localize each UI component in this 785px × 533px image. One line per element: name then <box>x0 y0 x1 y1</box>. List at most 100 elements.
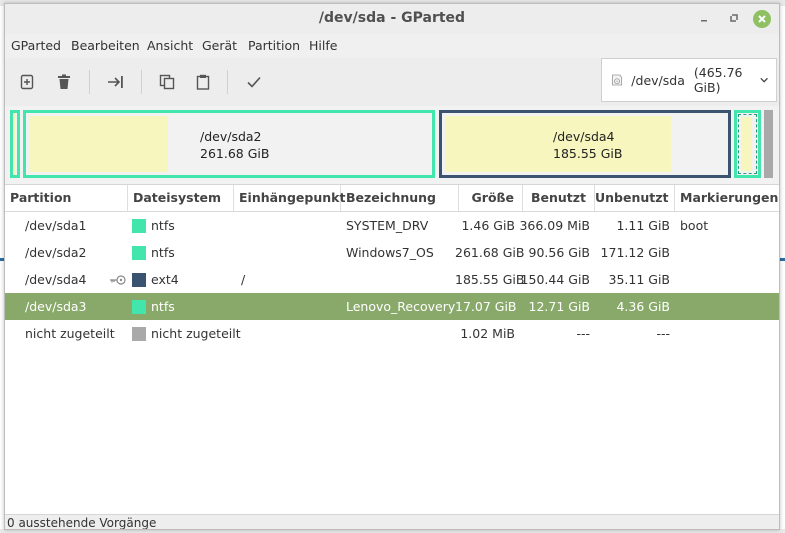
cell-partition: /dev/sda4 <box>25 272 87 287</box>
cell-used: --- <box>576 326 590 341</box>
map-partition-sda4[interactable]: /dev/sda4 185.55 GiB <box>439 110 731 178</box>
delete-icon <box>58 74 70 89</box>
filesystem-color-swatch <box>132 246 146 260</box>
apply-button[interactable] <box>240 68 268 96</box>
map-sda4-size: 185.55 GiB <box>553 146 623 161</box>
cell-unused: 171.12 GiB <box>600 245 670 260</box>
menu-bearbeiten[interactable]: Bearbeiten <box>71 38 140 53</box>
table-row[interactable]: nicht zugeteilt nicht zugeteilt 1.02 MiB… <box>5 320 779 347</box>
window-title: /dev/sda - GParted <box>318 10 466 26</box>
toolbar-separator <box>227 70 228 94</box>
cell-size: 1.02 MiB <box>460 326 515 341</box>
cell-size: 185.55 GiB <box>455 272 525 287</box>
new-partition-button[interactable] <box>13 68 41 96</box>
paste-icon <box>196 74 210 90</box>
close-button[interactable] <box>753 10 771 28</box>
cell-partition: nicht zugeteilt <box>25 326 115 341</box>
column-header-dateisystem[interactable]: Dateisystem <box>128 185 234 211</box>
table-row[interactable]: /dev/sda4 ext4 / 185.55 GiB 150.44 GiB 3… <box>5 266 779 293</box>
map-partition-sda3[interactable] <box>734 110 761 178</box>
table-row-selected[interactable]: /dev/sda3 ntfs Lenovo_Recovery 17.07 GiB… <box>5 293 779 320</box>
column-header-groesse[interactable]: Größe <box>459 185 523 211</box>
minimize-button[interactable] <box>695 10 713 28</box>
cell-size: 1.46 GiB <box>461 218 515 233</box>
cell-filesystem: ntfs <box>151 245 175 260</box>
minimize-icon <box>701 20 707 22</box>
cell-filesystem: ntfs <box>151 218 175 233</box>
maximize-icon <box>730 14 738 22</box>
cell-unused: --- <box>656 326 670 341</box>
toolbar-separator <box>89 70 90 94</box>
column-header-partition[interactable]: Partition <box>5 185 128 211</box>
cell-used: 366.09 MiB <box>519 218 590 233</box>
cell-flags: boot <box>680 218 709 233</box>
cell-mountpoint: / <box>241 272 246 287</box>
device-name: /dev/sda <box>631 72 685 88</box>
cell-used: 12.71 GiB <box>528 299 591 314</box>
key-icon <box>110 275 126 285</box>
device-size: (465.76 GiB) <box>693 65 743 95</box>
new-partition-icon <box>20 74 34 90</box>
menu-hilfe[interactable]: Hilfe <box>309 38 337 53</box>
cell-size: 261.68 GiB <box>455 245 525 260</box>
column-header-markierungen[interactable]: Markierungen <box>675 185 779 211</box>
cell-label: Lenovo_Recovery <box>346 299 456 314</box>
map-unallocated[interactable] <box>764 110 773 178</box>
apply-icon <box>247 76 261 88</box>
chevron-down-icon <box>760 77 768 83</box>
map-sda2-name: /dev/sda2 <box>200 129 262 144</box>
copy-icon <box>159 74 175 90</box>
menu-gparted[interactable]: GParted <box>11 38 61 53</box>
table-row[interactable]: /dev/sda2 ntfs Windows7_OS 261.68 GiB 90… <box>5 239 779 266</box>
copy-button[interactable] <box>153 68 181 96</box>
cell-filesystem: ntfs <box>151 299 175 314</box>
map-partition-sda1[interactable] <box>10 110 20 178</box>
column-header-benutzt[interactable]: Benutzt <box>523 185 595 211</box>
toolbar: /dev/sda (465.76 GiB) <box>5 58 779 107</box>
map-partition-sda2[interactable]: /dev/sda2 261.68 GiB <box>23 110 435 178</box>
cell-filesystem: nicht zugeteilt <box>151 326 241 341</box>
cell-label: SYSTEM_DRV <box>346 218 429 233</box>
cell-partition: /dev/sda3 <box>25 299 87 314</box>
close-icon <box>758 15 766 23</box>
disk-icon <box>612 74 623 86</box>
menu-ansicht[interactable]: Ansicht <box>147 38 193 53</box>
filesystem-color-swatch <box>132 273 146 287</box>
cell-size: 17.07 GiB <box>455 299 517 314</box>
gparted-window: /dev/sda - GParted GParted Bearbeiten An… <box>4 3 780 530</box>
toolbar-separator <box>141 70 142 94</box>
menu-partition[interactable]: Partition <box>248 38 300 53</box>
column-header-bezeichnung[interactable]: Bezeichnung <box>341 185 459 211</box>
filesystem-color-swatch <box>132 327 146 341</box>
paste-button[interactable] <box>189 68 217 96</box>
filesystem-color-swatch <box>132 300 146 314</box>
cell-label: Windows7_OS <box>346 245 434 260</box>
menu-bar: GParted Bearbeiten Ansicht Gerät Partiti… <box>5 34 779 58</box>
cell-unused: 4.36 GiB <box>616 299 670 314</box>
partition-map: /dev/sda2 261.68 GiB /dev/sda4 185.55 Gi… <box>5 106 779 184</box>
resize-move-button[interactable] <box>102 68 130 96</box>
status-bar: 0 ausstehende Vorgänge <box>5 514 779 529</box>
cell-filesystem: ext4 <box>151 272 179 287</box>
column-header-einhaengepunkt[interactable]: Einhängepunkt <box>234 185 345 211</box>
cell-partition: /dev/sda2 <box>25 245 87 260</box>
menu-geraet[interactable]: Gerät <box>202 38 237 53</box>
cell-partition: /dev/sda1 <box>25 218 87 233</box>
title-bar[interactable]: /dev/sda - GParted <box>5 4 779 34</box>
cell-unused: 1.11 GiB <box>616 218 670 233</box>
filesystem-color-swatch <box>132 219 146 233</box>
delete-button[interactable] <box>50 68 78 96</box>
table-row[interactable]: /dev/sda1 ntfs SYSTEM_DRV 1.46 GiB 366.0… <box>5 212 779 239</box>
table-header: Partition Dateisystem Einhängepunkt Beze… <box>5 185 779 212</box>
map-sda4-name: /dev/sda4 <box>553 129 615 144</box>
maximize-button[interactable] <box>725 10 743 28</box>
used-space-fill <box>741 117 752 171</box>
used-space-fill <box>29 116 168 172</box>
device-selector[interactable]: /dev/sda (465.76 GiB) <box>601 58 777 102</box>
cell-unused: 35.11 GiB <box>608 272 671 287</box>
partition-table: Partition Dateisystem Einhängepunkt Beze… <box>5 184 779 515</box>
map-sda2-size: 261.68 GiB <box>200 146 270 161</box>
column-header-unbenutzt[interactable]: Unbenutzt <box>595 185 675 211</box>
resize-move-icon <box>108 76 123 88</box>
cell-used: 90.56 GiB <box>528 245 591 260</box>
